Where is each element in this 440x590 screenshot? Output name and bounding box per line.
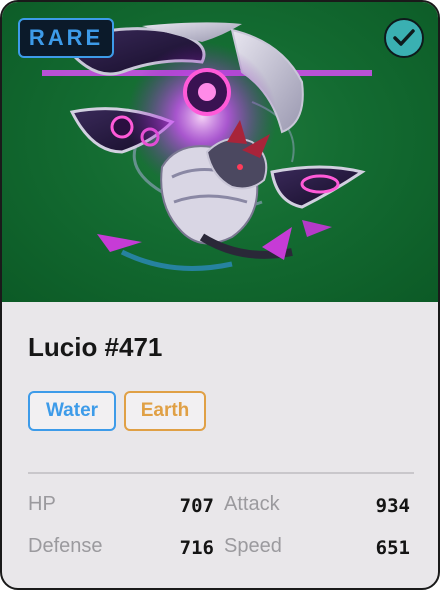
owned-badge[interactable] [384,18,424,58]
stat-value-attack: 934 [375,495,410,517]
stat-value-speed: 651 [375,537,410,559]
stat-label-hp: HP [28,493,56,515]
stat-label-speed: Speed [224,535,282,557]
stat-value-defense: 716 [179,537,214,559]
stat-value-hp: 707 [179,495,214,517]
creature-card[interactable]: RARE Lucio #471 Water Earth HP 707 Attac… [0,0,440,590]
creature-name: Lucio #471 [28,332,163,362]
stat-label-defense: Defense [28,535,103,557]
card-info: Lucio #471 Water Earth HP 707 Attack 934… [2,302,438,588]
check-icon [393,29,415,46]
rarity-badge: RARE [18,18,114,58]
stat-label-attack: Attack [224,493,280,515]
type-tag-water[interactable]: Water [28,391,116,431]
stats-divider [28,472,414,474]
creature-artwork: RARE [2,2,438,302]
type-tag-earth[interactable]: Earth [124,391,206,431]
